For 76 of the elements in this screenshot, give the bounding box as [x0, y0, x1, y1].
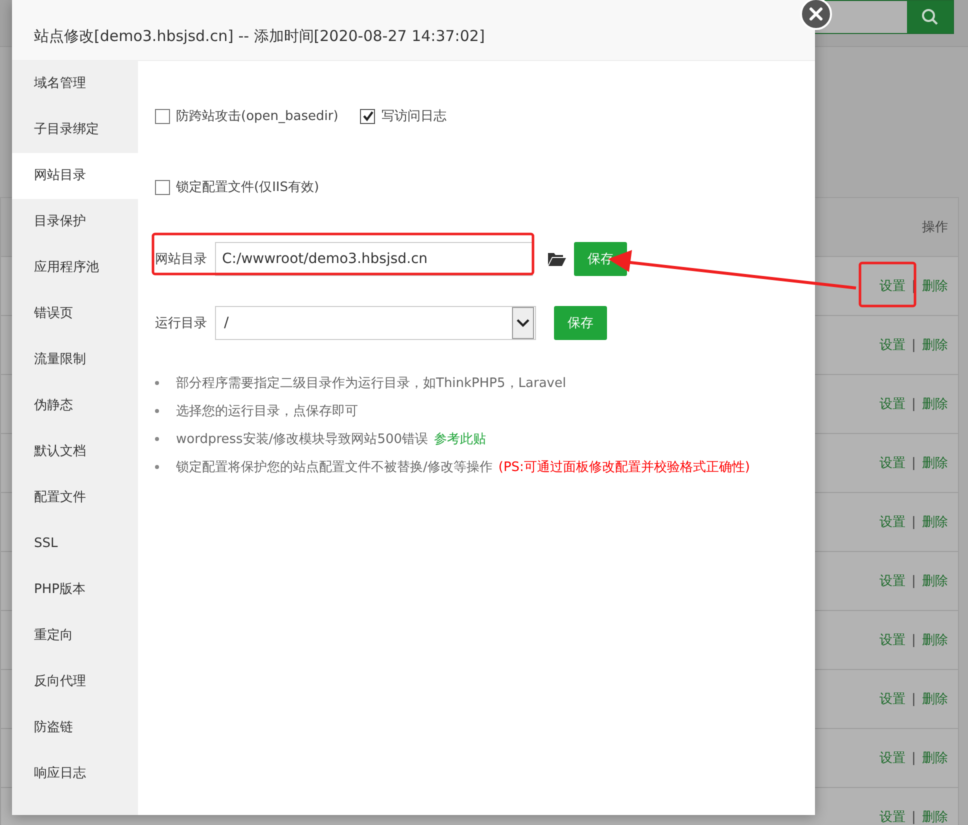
column-header: 操作	[922, 219, 948, 236]
link-separator: |	[911, 751, 916, 766]
sidebar-item[interactable]: 伪静态	[12, 383, 138, 429]
sidebar-item[interactable]: 网站目录	[12, 153, 138, 199]
settings-link[interactable]: 设置	[879, 456, 906, 471]
delete-link[interactable]: 删除	[922, 751, 948, 766]
note-text: wordpress安装/修改模块导致网站500错误	[176, 431, 428, 448]
folder-icon[interactable]	[548, 252, 566, 266]
delete-link[interactable]: 删除	[922, 338, 948, 353]
field-label: 运行目录	[155, 315, 208, 332]
dropdown[interactable]: /	[215, 306, 536, 340]
sidebar-item[interactable]: 错误页	[12, 291, 138, 337]
delete-link[interactable]: 删除	[922, 810, 948, 825]
sidebar-item[interactable]: 子目录绑定	[12, 107, 138, 153]
settings-link[interactable]: 设置	[879, 397, 906, 412]
caret-icon	[512, 307, 534, 339]
settings-link[interactable]: 设置	[879, 279, 906, 294]
save-button[interactable]: 保存	[554, 306, 607, 340]
sidebar-item[interactable]: SSL	[12, 521, 138, 567]
search-button[interactable]	[907, 1, 953, 33]
warning-text: (PS:可通过面板修改配置并校验格式正确性)	[498, 459, 750, 476]
reference-link[interactable]: 参考此贴	[434, 430, 486, 448]
dialog-title: 站点修改[demo3.hbsjsd.cn] -- 添加时间[2020-08-27 14:37:02]	[34, 26, 485, 46]
checkbox-label: 防跨站攻击(open_basedir)	[176, 108, 338, 125]
sidebar-item[interactable]: 响应日志	[12, 751, 138, 797]
sidebar-item[interactable]: 防盗链	[12, 705, 138, 751]
sidebar-item[interactable]: 域名管理	[12, 61, 138, 107]
checkbox-label: 写访问日志	[381, 108, 446, 125]
path-input[interactable]: C:/wwwroot/demo3.hbsjsd.cn	[215, 242, 533, 276]
note-text: 锁定配置将保护您的站点配置文件不被替换/修改等操作	[176, 459, 492, 476]
settings-link[interactable]: 设置	[879, 633, 906, 648]
close-icon	[807, 5, 825, 23]
checkbox[interactable]	[360, 108, 376, 124]
sidebar-item[interactable]: 默认文档	[12, 429, 138, 475]
delete-link[interactable]: 删除	[922, 574, 948, 589]
link-separator: |	[911, 338, 916, 353]
sidebar-item[interactable]: 流量限制	[12, 337, 138, 383]
delete-link[interactable]: 删除	[922, 456, 948, 471]
link-separator: |	[911, 574, 916, 589]
settings-link[interactable]: 设置	[879, 692, 906, 707]
sidebar-item[interactable]: 反向代理	[12, 659, 138, 705]
highlight-frame	[858, 262, 916, 308]
link-separator: |	[911, 810, 916, 825]
sidebar-item[interactable]: 重定向	[12, 613, 138, 659]
bullet-icon	[155, 465, 159, 469]
settings-link[interactable]: 设置	[879, 751, 906, 766]
delete-link[interactable]: 删除	[922, 279, 948, 294]
sidebar-item[interactable]: 目录保护	[12, 199, 138, 245]
bullet-icon	[155, 437, 159, 441]
link-separator: |	[911, 456, 916, 471]
checkbox-label: 锁定配置文件(仅IIS有效)	[176, 179, 320, 196]
delete-link[interactable]: 删除	[922, 692, 948, 707]
link-separator: |	[911, 515, 916, 530]
save-button[interactable]: 保存	[574, 242, 627, 276]
settings-link[interactable]: 设置	[879, 338, 906, 353]
note-text: 部分程序需要指定二级目录作为运行目录，如ThinkPHP5，Laravel	[176, 375, 566, 392]
settings-link[interactable]: 设置	[879, 515, 906, 530]
settings-link[interactable]: 设置	[879, 574, 906, 589]
link-separator: |	[911, 633, 916, 648]
checkbox[interactable]	[155, 180, 170, 194]
delete-link[interactable]: 删除	[922, 633, 948, 648]
settings-link[interactable]: 设置	[879, 810, 906, 825]
delete-link[interactable]: 删除	[922, 515, 948, 530]
bullet-icon	[155, 381, 159, 385]
link-separator: |	[911, 397, 916, 412]
link-separator: |	[911, 692, 916, 707]
sidebar-item[interactable]: 配置文件	[12, 475, 138, 521]
bullet-icon	[155, 409, 159, 413]
sidebar-item[interactable]: 应用程序池	[12, 245, 138, 291]
link-separator: |	[911, 279, 916, 294]
sidebar-item[interactable]: PHP版本	[12, 567, 138, 613]
note-text: 选择您的运行目录，点保存即可	[176, 403, 358, 420]
search-icon	[921, 8, 939, 26]
delete-link[interactable]: 删除	[922, 397, 948, 412]
checkbox[interactable]	[155, 108, 170, 124]
field-label: 网站目录	[155, 251, 208, 268]
